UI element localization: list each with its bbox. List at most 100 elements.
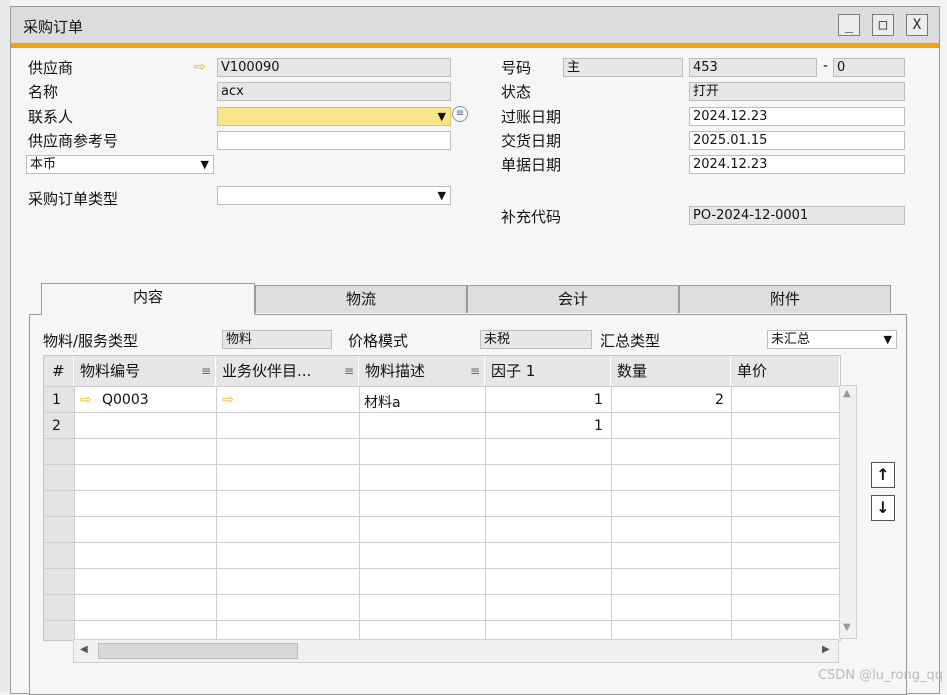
vendor-field[interactable]: V100090 [217,58,451,77]
grid-line [44,464,840,465]
tab-attachments[interactable]: 附件 [679,285,891,313]
scroll-right-icon[interactable]: ▶ [822,644,830,655]
background-window-strip [0,0,10,692]
col-header-factor[interactable]: 因子 1 [485,356,611,386]
col-header-item-code[interactable]: 物料编号 ≡ [74,356,216,386]
grid-line [44,542,840,543]
purchase-order-window: 采购订单 _ □ X 供应商 ⇨ V100090 名称 acx 联系人 ▼ ≡ … [10,6,940,695]
move-row-up-button[interactable]: ↑ [871,462,895,488]
grid-line [44,438,840,439]
column-menu-icon[interactable]: ≡ [201,356,211,386]
name-field[interactable]: acx [217,82,451,101]
tab-logistics[interactable]: 物流 [255,285,467,313]
grid-line [731,386,732,640]
grid-line [485,386,486,640]
grid-line [611,386,612,640]
grid-line [44,568,840,569]
vertical-scrollbar[interactable]: ▲ ▼ [839,385,857,639]
grid-line [44,490,840,491]
scroll-left-icon[interactable]: ◀ [80,644,88,655]
grid-line [44,516,840,517]
grid-line [44,412,840,413]
contact-dropdown[interactable]: ▼ [217,107,451,126]
col-header-unit-price[interactable]: 单价 [731,356,840,386]
minimize-button[interactable]: _ [838,14,860,36]
maximize-button[interactable]: □ [872,14,894,36]
grid-line [74,386,75,640]
factor-cell[interactable]: 1 [594,418,603,434]
quantity-cell[interactable]: 2 [715,392,724,408]
title-bar[interactable]: 采购订单 _ □ X [11,7,939,48]
col-header-label: 物料描述 [365,362,426,380]
price-mode-field[interactable]: 未税 [480,330,592,349]
supplementary-code-label: 补充代码 [501,208,562,226]
col-header-label: 业务伙伴目... [222,362,312,380]
tab-accounting[interactable]: 会计 [467,285,679,313]
column-menu-icon[interactable]: ≡ [344,356,354,386]
grid-line [44,386,840,387]
window-title: 采购订单 [23,18,84,36]
close-button[interactable]: X [906,14,928,36]
number-suffix-field[interactable]: 0 [833,58,905,77]
dropdown-arrow-icon[interactable]: ▼ [438,108,446,125]
grid-line [216,386,217,640]
col-header-bp-catalog[interactable]: 业务伙伴目... ≡ [216,356,359,386]
number-series-field[interactable]: 主 [563,58,683,77]
link-arrow-icon[interactable]: ⇨ [80,392,92,408]
dropdown-arrow-icon[interactable]: ▼ [201,156,209,173]
watermark: CSDN @lu_rong_qq [817,668,943,683]
row-number: 2 [52,418,61,434]
dropdown-arrow-icon[interactable]: ▼ [438,187,446,204]
contact-label: 联系人 [28,108,74,126]
horizontal-scrollbar[interactable]: ◀ ▶ [73,639,839,663]
link-arrow-icon[interactable]: ⇨ [194,59,206,75]
col-header-label: 物料编号 [80,362,141,380]
vendor-label: 供应商 [28,59,74,77]
grid-body [74,386,840,640]
summary-type-select[interactable]: 未汇总 ▼ [767,330,897,349]
order-type-select[interactable]: ▼ [217,186,451,205]
col-header-number[interactable]: # [44,356,74,386]
grid-line [359,386,360,640]
delivery-date-field[interactable]: 2025.01.15 [689,131,905,150]
move-row-down-button[interactable]: ↓ [871,495,895,521]
document-date-field[interactable]: 2024.12.23 [689,155,905,174]
vendor-ref-label: 供应商参考号 [28,132,119,150]
column-menu-icon[interactable]: ≡ [470,356,480,386]
currency-value: 本币 [30,157,57,172]
scroll-down-icon[interactable]: ▼ [843,622,851,633]
link-arrow-icon[interactable]: ⇨ [222,392,234,408]
grid-line [44,620,840,621]
item-type-field[interactable]: 物料 [222,330,332,349]
row-number: 1 [52,392,61,408]
item-type-label: 物料/服务类型 [43,332,139,350]
price-mode-label: 价格模式 [348,332,409,350]
factor-cell[interactable]: 1 [594,392,603,408]
summary-type-label: 汇总类型 [600,332,661,350]
scroll-up-icon[interactable]: ▲ [843,388,851,399]
posting-date-label: 过账日期 [501,108,562,126]
list-icon[interactable]: ≡ [452,106,468,122]
posting-date-field[interactable]: 2024.12.23 [689,107,905,126]
col-header-quantity[interactable]: 数量 [611,356,731,386]
summary-type-value: 未汇总 [771,332,811,347]
col-header-item-desc[interactable]: 物料描述 ≡ [359,356,485,386]
name-label: 名称 [28,83,59,101]
tab-content[interactable]: 内容 [41,283,255,315]
number-field[interactable]: 453 [689,58,817,77]
dropdown-arrow-icon[interactable]: ▼ [884,331,892,348]
delivery-date-label: 交货日期 [501,132,562,150]
order-type-label: 采购订单类型 [28,190,119,208]
document-date-label: 单据日期 [501,156,562,174]
supplementary-code-field[interactable]: PO-2024-12-0001 [689,206,905,225]
vendor-ref-field[interactable] [217,131,451,150]
item-desc-cell[interactable]: 材料a [364,392,401,412]
status-label: 状态 [501,83,532,101]
item-code-cell[interactable]: Q0003 [102,392,149,408]
items-grid: # 物料编号≡ 业务伙伴目...≡ 物料描述≡ 因子 1 数量 单价 ⇗ 1 ⇨… [43,355,841,641]
currency-select[interactable]: 本币 ▼ [26,155,214,174]
number-label: 号码 [501,59,532,77]
number-dash: - [823,58,829,74]
scroll-thumb[interactable] [98,643,298,659]
status-field[interactable]: 打开 [689,82,905,101]
